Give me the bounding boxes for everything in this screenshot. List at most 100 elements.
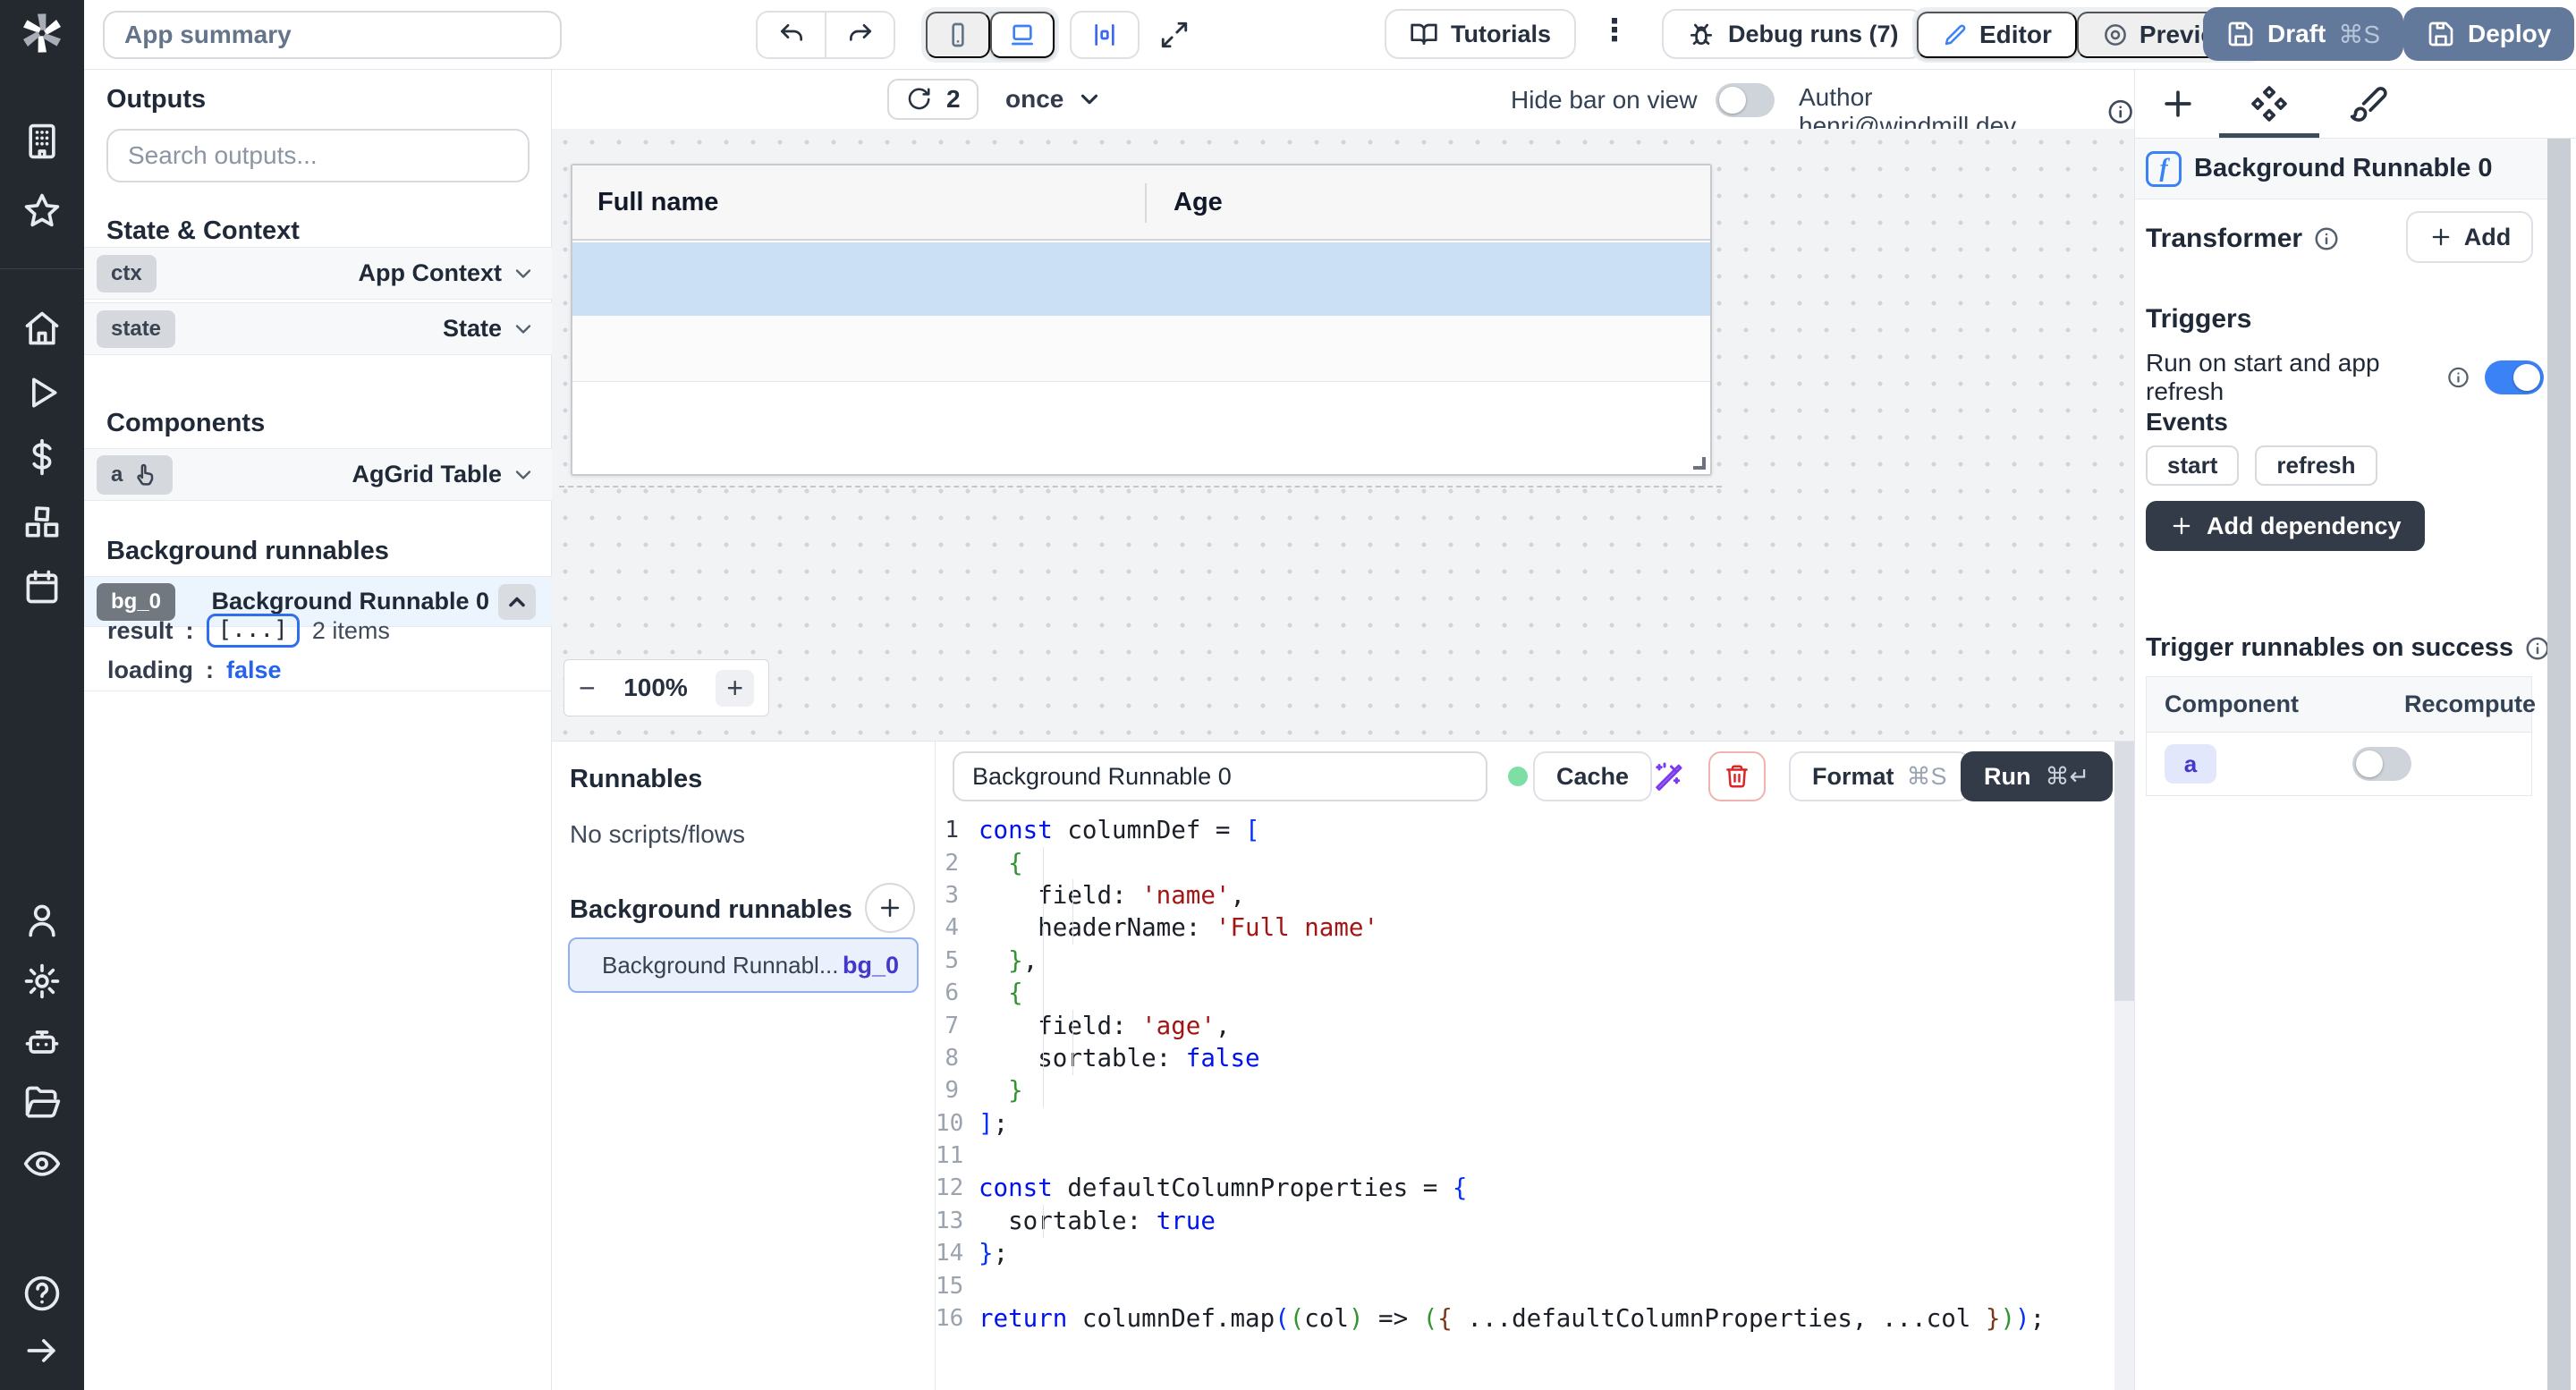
undo-button[interactable] bbox=[756, 11, 826, 59]
recompute-toggle[interactable] bbox=[2352, 747, 2411, 781]
column-divider[interactable] bbox=[1145, 183, 1147, 223]
align-center-button[interactable] bbox=[1070, 11, 1140, 59]
hide-bar-control: Hide bar on view bbox=[1511, 83, 1775, 117]
more-menu-button[interactable]: ⋮ bbox=[1599, 13, 1630, 48]
component-a-badge[interactable]: a bbox=[2165, 744, 2216, 784]
favorites-star-icon[interactable] bbox=[22, 191, 62, 231]
help-icon[interactable] bbox=[22, 1274, 62, 1313]
app-summary-input[interactable] bbox=[103, 11, 562, 59]
column-header-age[interactable]: Age bbox=[1174, 188, 1223, 217]
resources-boxes-icon[interactable] bbox=[22, 503, 62, 542]
state-output-row[interactable]: state State bbox=[84, 302, 552, 355]
add-background-runnable-button[interactable] bbox=[865, 883, 915, 933]
info-icon[interactable] bbox=[2446, 364, 2470, 391]
variables-dollar-icon[interactable] bbox=[22, 437, 62, 477]
insert-component-tab[interactable] bbox=[2158, 84, 2198, 123]
table-row-selected[interactable] bbox=[572, 242, 1710, 316]
settings-tab-active[interactable] bbox=[2250, 84, 2289, 123]
zoom-in-button[interactable]: + bbox=[716, 670, 754, 707]
ai-assistant-button[interactable] bbox=[1651, 761, 1683, 793]
code-line[interactable]: 9 } bbox=[936, 1074, 2113, 1106]
windmill-logo-icon[interactable] bbox=[20, 11, 64, 55]
search-outputs-input[interactable] bbox=[106, 129, 530, 182]
collapse-row-button[interactable] bbox=[498, 584, 536, 620]
ai-robot-icon[interactable] bbox=[22, 1022, 62, 1062]
success-table-row: a bbox=[2147, 733, 2531, 795]
right-panel-scrollbar[interactable] bbox=[2547, 139, 2571, 1390]
redo-button[interactable] bbox=[826, 11, 895, 59]
ctx-output-row[interactable]: ctx App Context bbox=[84, 247, 552, 300]
undo-redo-group bbox=[756, 11, 895, 59]
expand-canvas-button[interactable] bbox=[1159, 20, 1190, 50]
canvas-grid[interactable]: Full name Age − 100% + bbox=[552, 129, 2134, 741]
code-line[interactable]: 7 field: 'age', bbox=[936, 1009, 2113, 1041]
code-content[interactable]: 1const columnDef = [2 {3 field: 'name',4… bbox=[936, 814, 2113, 1335]
delete-runnable-button[interactable] bbox=[1708, 751, 1766, 801]
add-transformer-button[interactable]: Add bbox=[2406, 211, 2533, 263]
code-line[interactable]: 16return columnDef.map((col) => ({ ...de… bbox=[936, 1302, 2113, 1335]
code-line[interactable]: 4 headerName: 'Full name' bbox=[936, 911, 2113, 944]
resize-handle[interactable] bbox=[1693, 457, 1706, 470]
bg-runnable-item-selected[interactable]: Background Runnabl... bg_0 bbox=[568, 937, 919, 993]
column-header-full-name[interactable]: Full name bbox=[597, 188, 718, 217]
tutorials-button[interactable]: Tutorials bbox=[1385, 9, 1576, 59]
code-line[interactable]: 14}; bbox=[936, 1237, 2113, 1269]
settings-gear-icon[interactable] bbox=[22, 962, 62, 1001]
run-button[interactable]: Run ⌘↵ bbox=[1961, 751, 2113, 801]
result-preview-pill[interactable]: [...] bbox=[207, 614, 300, 648]
code-line[interactable]: 13 sortable: true bbox=[936, 1205, 2113, 1237]
refresh-count-box[interactable]: 2 bbox=[887, 79, 979, 120]
loading-label: loading bbox=[107, 657, 193, 684]
styling-tab[interactable] bbox=[2349, 84, 2388, 123]
cache-button[interactable]: Cache bbox=[1533, 751, 1652, 801]
code-line[interactable]: 15 bbox=[936, 1269, 2113, 1301]
chevron-down-icon[interactable] bbox=[511, 462, 536, 487]
mobile-view-button[interactable] bbox=[926, 12, 990, 58]
code-line[interactable]: 11 bbox=[936, 1140, 2113, 1172]
folders-icon[interactable] bbox=[22, 1083, 62, 1123]
runnable-name-input[interactable] bbox=[953, 751, 1487, 801]
desktop-view-button[interactable] bbox=[990, 12, 1055, 58]
trash-icon bbox=[1724, 763, 1750, 790]
code-line[interactable]: 2 { bbox=[936, 846, 2113, 878]
info-icon[interactable] bbox=[2313, 225, 2340, 252]
collapse-arrow-icon[interactable] bbox=[22, 1331, 62, 1370]
code-line[interactable]: 1const columnDef = [ bbox=[936, 814, 2113, 846]
info-icon[interactable] bbox=[2106, 97, 2134, 126]
code-line[interactable]: 8 sortable: false bbox=[936, 1042, 2113, 1074]
deploy-button[interactable]: Deploy bbox=[2403, 7, 2574, 61]
schedules-calendar-icon[interactable] bbox=[22, 567, 62, 606]
table-row[interactable] bbox=[572, 316, 1710, 382]
state-key-badge: state bbox=[97, 310, 175, 348]
add-dependency-button[interactable]: Add dependency bbox=[2146, 501, 2425, 551]
format-button[interactable]: Format ⌘S bbox=[1789, 751, 1970, 801]
workspace-icon[interactable] bbox=[22, 122, 62, 161]
chevron-down-icon[interactable] bbox=[511, 317, 536, 342]
debug-runs-button[interactable]: Debug runs (7) bbox=[1662, 9, 1924, 59]
frequency-dropdown[interactable]: once bbox=[1005, 79, 1103, 120]
draft-button[interactable]: Draft ⌘S bbox=[2203, 7, 2403, 61]
users-person-icon[interactable] bbox=[22, 901, 62, 940]
chevron-down-icon[interactable] bbox=[511, 261, 536, 286]
hide-bar-toggle[interactable] bbox=[1716, 83, 1775, 117]
code-line[interactable]: 6 { bbox=[936, 977, 2113, 1009]
code-line[interactable]: 5 }, bbox=[936, 945, 2113, 977]
align-center-icon bbox=[1090, 21, 1119, 49]
component-a-row[interactable]: a AgGrid Table bbox=[84, 448, 552, 501]
editor-scrollbar[interactable] bbox=[2114, 742, 2134, 1390]
home-icon[interactable] bbox=[22, 309, 62, 348]
code-line[interactable]: 10]; bbox=[936, 1107, 2113, 1140]
indent-guide bbox=[1072, 879, 1073, 945]
run-on-start-toggle[interactable] bbox=[2485, 360, 2544, 394]
code-line[interactable]: 12const defaultColumnProperties = { bbox=[936, 1172, 2113, 1204]
zoom-out-button[interactable]: − bbox=[579, 672, 596, 705]
paintbrush-icon bbox=[2349, 84, 2388, 123]
ctx-type-label: App Context bbox=[359, 259, 502, 287]
code-line[interactable]: 3 field: 'name', bbox=[936, 879, 2113, 911]
result-row[interactable]: result : [...] 2 items bbox=[107, 614, 390, 648]
runs-play-icon[interactable] bbox=[22, 373, 62, 412]
cache-label: Cache bbox=[1556, 763, 1629, 791]
aggrid-table-component[interactable]: Full name Age bbox=[571, 164, 1712, 476]
editor-tab[interactable]: Editor bbox=[1917, 12, 2077, 58]
audit-eye-icon[interactable] bbox=[22, 1144, 62, 1183]
